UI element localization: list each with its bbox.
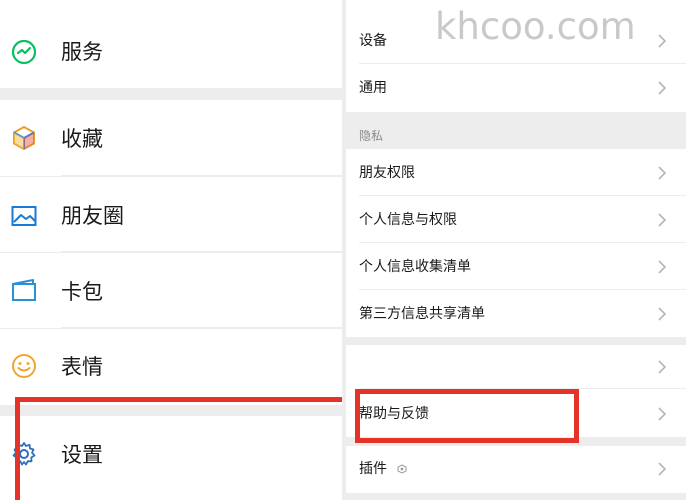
chevron-right-icon bbox=[658, 260, 666, 274]
help-feedback-highlight-box bbox=[355, 389, 579, 443]
row-divider bbox=[61, 327, 342, 328]
settings-item-label: 设备 bbox=[359, 33, 387, 49]
card-wallet-icon bbox=[12, 279, 36, 301]
left-menu-pane: 服务 收藏 朋友圈 卡包 表情 设置 bbox=[0, 0, 342, 500]
smiley-icon bbox=[12, 354, 36, 378]
chevron-right-icon bbox=[658, 213, 666, 227]
menu-item-label: 朋友圈 bbox=[61, 204, 124, 228]
site-watermark: khcoo.com bbox=[435, 5, 636, 48]
menu-item-favorites[interactable]: 收藏 bbox=[0, 100, 342, 176]
chevron-right-icon bbox=[658, 462, 666, 476]
row-divider bbox=[61, 175, 342, 176]
menu-item-moments[interactable]: 朋友圈 bbox=[0, 177, 342, 252]
menu-item-label: 表情 bbox=[61, 355, 103, 379]
menu-item-label: 收藏 bbox=[61, 127, 103, 151]
settings-item-friend-permissions[interactable]: 朋友权限 bbox=[346, 149, 686, 196]
service-icon bbox=[11, 39, 37, 65]
menu-item-service[interactable]: 服务 bbox=[0, 0, 342, 88]
settings-item-third-party-sharing[interactable]: 第三方信息共享清单 bbox=[346, 290, 686, 337]
menu-item-stickers[interactable]: 表情 bbox=[0, 329, 342, 405]
chevron-right-icon bbox=[658, 407, 666, 421]
settings-item-label: 通用 bbox=[359, 80, 387, 96]
privacy-section-header: 隐私 bbox=[359, 129, 384, 143]
settings-item-hidden[interactable] bbox=[346, 345, 686, 389]
settings-list-pane: 设备 通用 隐私 朋友权限 个人信息与权限 个人信息收集清单 第三方信息共享清单… bbox=[346, 0, 686, 500]
settings-item-label: 朋友权限 bbox=[359, 165, 415, 181]
settings-item-personal-info-collection[interactable]: 个人信息收集清单 bbox=[346, 243, 686, 290]
settings-item-label: 个人信息与权限 bbox=[359, 212, 457, 228]
row-divider bbox=[61, 251, 342, 252]
settings-item-personal-info-permissions[interactable]: 个人信息与权限 bbox=[346, 196, 686, 243]
plugins-label-text: 插件 bbox=[359, 461, 387, 477]
chevron-right-icon bbox=[658, 34, 666, 48]
menu-item-card-wallet[interactable]: 卡包 bbox=[0, 253, 342, 328]
chevron-right-icon bbox=[658, 166, 666, 180]
chevron-right-icon bbox=[658, 360, 666, 374]
chevron-right-icon bbox=[658, 307, 666, 321]
moments-picture-icon bbox=[11, 206, 37, 226]
plugin-badge-icon bbox=[397, 464, 407, 474]
menu-item-label: 卡包 bbox=[61, 280, 103, 304]
settings-highlight-box bbox=[15, 397, 342, 500]
settings-item-label: 第三方信息共享清单 bbox=[359, 306, 485, 322]
settings-item-plugins[interactable]: 插件 bbox=[346, 446, 686, 493]
settings-item-general[interactable]: 通用 bbox=[346, 64, 686, 112]
chevron-right-icon bbox=[658, 81, 666, 95]
settings-item-label: 插件 bbox=[359, 462, 407, 476]
settings-item-label: 个人信息收集清单 bbox=[359, 259, 471, 275]
menu-item-label: 服务 bbox=[61, 40, 103, 64]
favorites-cube-icon bbox=[13, 125, 35, 151]
